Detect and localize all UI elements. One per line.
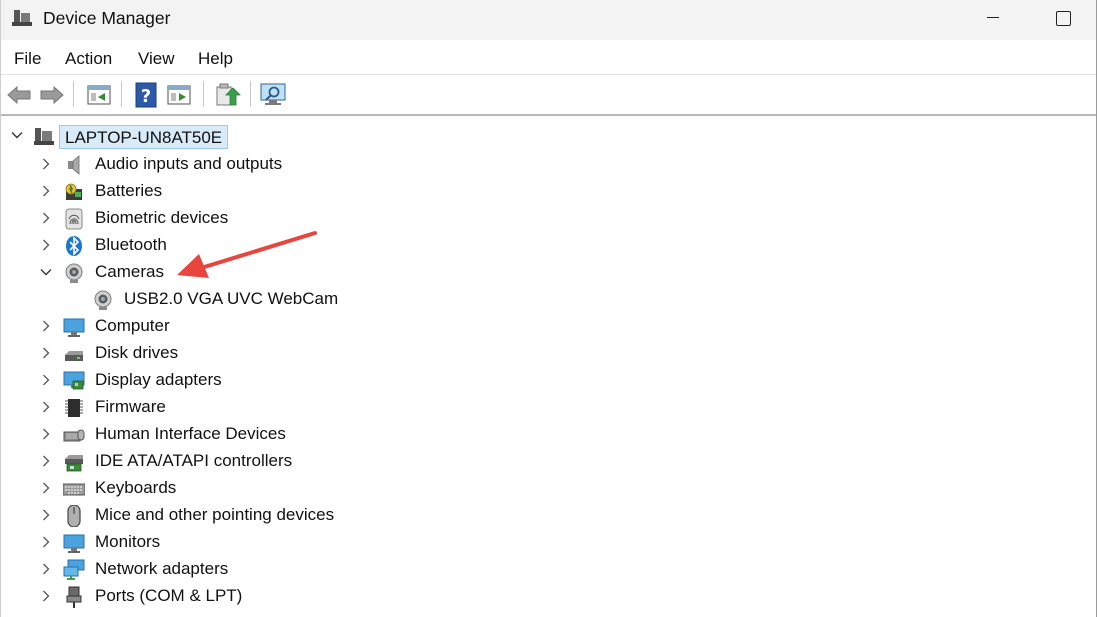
menu-view[interactable]: View	[138, 49, 175, 69]
computer-root-icon	[34, 128, 54, 145]
category-label: Bluetooth	[95, 235, 167, 254]
chevron-right-icon[interactable]	[40, 347, 52, 359]
category-label: Firmware	[95, 397, 166, 416]
chevron-right-icon[interactable]	[40, 482, 52, 494]
category-label: Display adapters	[95, 370, 222, 389]
category-label: Batteries	[95, 181, 163, 200]
tree-item-batteries[interactable]: Batteries	[1, 178, 701, 205]
category-label: Human Interface Devices	[95, 424, 286, 443]
device-manager-app-icon	[12, 10, 32, 26]
network-icon	[63, 559, 85, 580]
chevron-down-icon[interactable]	[40, 266, 52, 278]
category-label: Monitors	[95, 532, 161, 551]
run-icon[interactable]	[165, 81, 193, 109]
category-label: Disk drives	[95, 343, 179, 362]
forward-icon[interactable]	[38, 81, 66, 109]
tree-item-keyboards[interactable]: Keyboards	[1, 475, 701, 502]
help-icon[interactable]: ?	[132, 81, 160, 109]
fingerprint-icon	[65, 208, 83, 230]
tree-item-mice[interactable]: Mice and other pointing devices	[1, 502, 701, 529]
annotation-arrow	[177, 231, 317, 278]
menu-file[interactable]: File	[14, 49, 41, 69]
hid-icon	[63, 429, 85, 442]
tree-item-monitors[interactable]: Monitors	[1, 529, 701, 556]
mouse-icon	[67, 505, 81, 527]
tree-item-ide[interactable]: IDE ATA/ATAPI controllers	[1, 448, 701, 475]
properties-icon[interactable]	[85, 81, 113, 109]
toolbar-separator	[203, 81, 204, 107]
disk-drive-icon	[65, 351, 83, 361]
tree-root[interactable]: LAPTOP-UN8AT50E	[1, 122, 701, 149]
chevron-right-icon[interactable]	[40, 212, 52, 224]
category-label: IDE ATA/ATAPI controllers	[95, 451, 293, 470]
chevron-right-icon[interactable]	[40, 455, 52, 467]
tree-item-hid[interactable]: Human Interface Devices	[1, 421, 701, 448]
category-label: Computer	[95, 316, 170, 335]
chevron-right-icon[interactable]	[40, 590, 52, 602]
monitor-icon	[63, 318, 85, 337]
tree-item-bluetooth[interactable]: Bluetooth	[1, 232, 701, 259]
title-bar: Device Manager	[1, 0, 1096, 40]
window-title: Device Manager	[43, 8, 171, 28]
device-manager-window: Device Manager File Action View Help ? L…	[0, 0, 1097, 617]
tree-item-ports[interactable]: Ports (COM & LPT)	[1, 583, 701, 610]
chevron-right-icon[interactable]	[40, 320, 52, 332]
toolbar: ?	[1, 74, 1096, 116]
category-label: Network adapters	[95, 559, 229, 578]
category-label: Biometric devices	[95, 208, 229, 227]
chevron-right-icon[interactable]	[40, 158, 52, 170]
scan-hardware-icon[interactable]	[259, 81, 287, 109]
toolbar-separator	[250, 81, 251, 107]
tree-item-computer[interactable]: Computer	[1, 313, 701, 340]
category-label: Audio inputs and outputs	[95, 154, 283, 173]
tree-item-audio[interactable]: Audio inputs and outputs	[1, 151, 701, 178]
chevron-down-icon[interactable]	[11, 129, 23, 141]
ide-controller-icon	[65, 455, 83, 472]
speaker-icon	[68, 155, 80, 175]
chip-icon	[65, 399, 83, 417]
chevron-right-icon[interactable]	[40, 428, 52, 440]
chevron-right-icon[interactable]	[40, 185, 52, 197]
chevron-right-icon[interactable]	[40, 374, 52, 386]
chevron-right-icon[interactable]	[40, 401, 52, 413]
tree-item-cameras[interactable]: Cameras	[1, 259, 701, 286]
tree-item-biometric[interactable]: Biometric devices	[1, 205, 701, 232]
battery-icon	[65, 183, 82, 200]
monitor-icon	[63, 534, 85, 553]
category-label: Cameras	[95, 262, 164, 281]
port-icon	[66, 586, 82, 608]
maximize-button[interactable]	[1039, 0, 1087, 36]
keyboard-icon	[63, 483, 85, 496]
toolbar-separator	[121, 81, 122, 107]
bluetooth-icon	[66, 236, 82, 256]
chevron-right-icon[interactable]	[40, 563, 52, 575]
minimize-button[interactable]	[969, 0, 1017, 36]
tree-item-webcam[interactable]: USB2.0 VGA UVC WebCam	[1, 286, 701, 313]
chevron-right-icon[interactable]	[40, 536, 52, 548]
device-label: USB2.0 VGA UVC WebCam	[124, 289, 339, 308]
toolbar-separator	[73, 81, 74, 107]
tree-item-network[interactable]: Network adapters	[1, 556, 701, 583]
back-icon[interactable]	[5, 81, 33, 109]
display-adapter-icon	[63, 371, 85, 390]
svg-text:?: ?	[141, 86, 151, 107]
category-label: Keyboards	[95, 478, 177, 497]
camera-icon	[94, 290, 112, 310]
menu-help[interactable]: Help	[198, 49, 233, 69]
tree-item-firmware[interactable]: Firmware	[1, 394, 701, 421]
menu-action[interactable]: Action	[65, 49, 112, 69]
category-label: Ports (COM & LPT)	[95, 586, 243, 605]
computer-name[interactable]: LAPTOP-UN8AT50E	[59, 125, 229, 149]
chevron-right-icon[interactable]	[40, 239, 52, 251]
device-tree: LAPTOP-UN8AT50E Audio inputs and outputs…	[1, 122, 1096, 617]
chevron-right-icon[interactable]	[40, 509, 52, 521]
tree-item-display-adapters[interactable]: Display adapters	[1, 367, 701, 394]
update-driver-icon[interactable]	[213, 81, 241, 109]
tree-item-disk-drives[interactable]: Disk drives	[1, 340, 701, 367]
category-label: Mice and other pointing devices	[95, 505, 335, 524]
camera-icon	[65, 263, 83, 283]
menu-bar: File Action View Help	[1, 40, 1096, 74]
